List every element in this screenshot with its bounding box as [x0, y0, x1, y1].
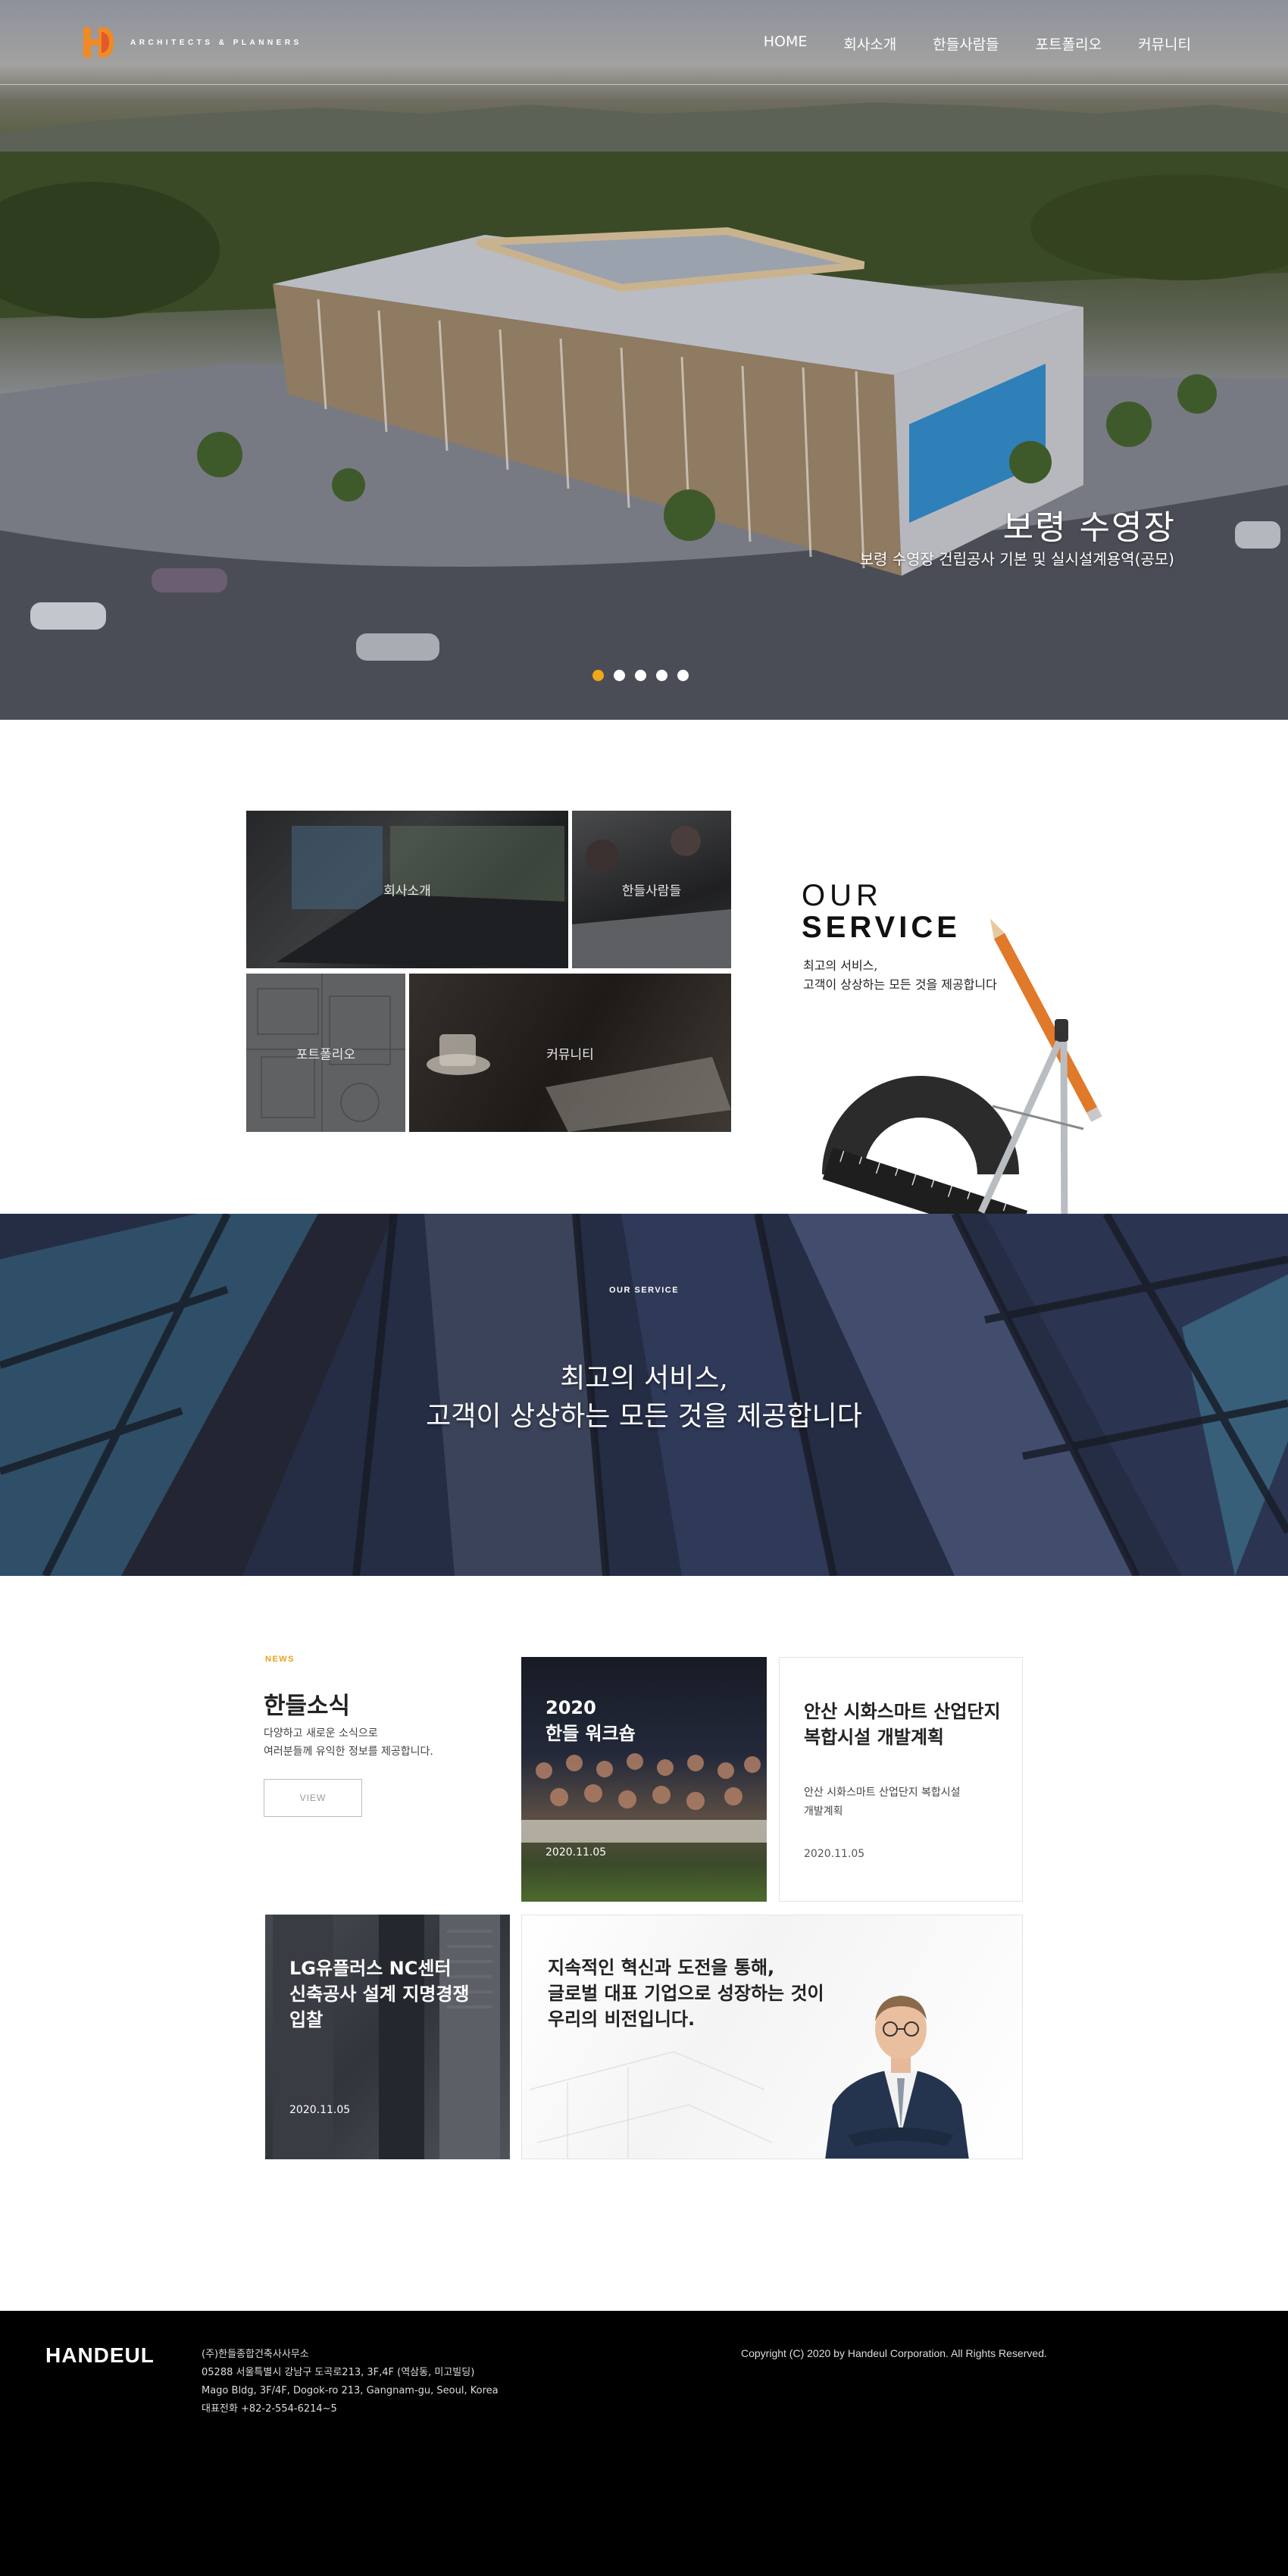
tile-company-label: 회사소개	[383, 883, 431, 899]
footer-copyright: Copyright (C) 2020 by Handeul Corporatio…	[741, 2347, 1047, 2359]
card-title: 2020 한들 워크숍	[546, 1695, 636, 1746]
nav-people[interactable]: 한들사람들	[933, 33, 999, 54]
footer-brand: HANDEUL	[45, 2343, 155, 2367]
card-title-line: LG유플러스 NC센터	[289, 1958, 452, 1979]
lg-building-photo	[265, 1915, 510, 2159]
slide-dot[interactable]	[592, 670, 604, 681]
news-card-lg[interactable]: LG유플러스 NC센터 신축공사 설계 지명경쟁 입찰 2020.11.05	[265, 1915, 510, 2159]
news-card-ansan[interactable]: 안산 시화스마트 산업단지 복합시설 개발계획 안산 시화스마트 산업단지 복합…	[779, 1657, 1023, 1902]
card-title-line: 입찰	[289, 2009, 324, 2030]
hero-building-image	[0, 102, 1288, 720]
nav-portfolio[interactable]: 포트폴리오	[1036, 33, 1102, 54]
hero-subtitle: 보령 수영장 건립공사 기본 및 실시설계용역(공모)	[859, 550, 1174, 568]
vision-statement: 지속적인 혁신과 도전을 통해, 글로벌 대표 기업으로 성장하는 것이 우리의…	[548, 1955, 824, 2032]
banner-headline-line1: 최고의 서비스,	[560, 1363, 728, 1394]
ceo-portrait	[529, 1996, 969, 2159]
footer-address-kr: 05288 서울특별시 강남구 도곡로213, 3F,4F (역삼동, 미고빌딩…	[202, 2367, 475, 2378]
site-footer	[0, 2311, 1288, 2576]
card-summary-line: 안산 시화스마트 산업단지 복합시설	[804, 1787, 961, 1799]
card-title-line: 복합시설 개발계획	[804, 1727, 944, 1748]
tile-community[interactable]: 커뮤니티	[409, 974, 731, 1132]
slide-dot[interactable]	[677, 670, 689, 681]
tile-portfolio[interactable]: 포트폴리오	[246, 974, 405, 1132]
hero-slider: ARCHITECTS & PLANNERS HOME 회사소개 한들사람들 포트…	[0, 0, 1288, 720]
footer-phone: 대표전화 +82-2-554-6214~5	[202, 2403, 337, 2415]
tile-community-label: 커뮤니티	[546, 1047, 594, 1062]
site-header: ARCHITECTS & PLANNERS HOME 회사소개 한들사람들 포트…	[0, 0, 1288, 85]
card-title-line: 신축공사 설계 지명경쟁	[289, 1984, 470, 2005]
news-tag: NEWS	[265, 1655, 295, 1664]
card-date: 2020.11.05	[289, 2104, 351, 2116]
news-card-workshop[interactable]: 2020 한들 워크숍 2020.11.05	[521, 1657, 767, 1902]
logo[interactable]: ARCHITECTS & PLANNERS	[80, 24, 302, 61]
footer-address-en: Mago Bldg, 3F/4F, Dogok-ro 213, Gangnam-…	[202, 2385, 499, 2396]
slider-pagination	[592, 670, 689, 681]
slide-dot[interactable]	[614, 670, 625, 681]
news-description: 다양하고 새로운 소식으로 여러분들께 유익한 정보를 제공합니다.	[264, 1724, 433, 1761]
card-summary-line: 개발계획	[804, 1805, 843, 1818]
card-title-line: 2020	[546, 1697, 596, 1718]
vision-line: 지속적인 혁신과 도전을 통해,	[548, 1957, 775, 1978]
card-title: 안산 시화스마트 산업단지 복합시설 개발계획	[804, 1699, 1001, 1750]
hero-title: 보령 수영장	[1002, 508, 1176, 547]
vision-card: 지속적인 혁신과 도전을 통해, 글로벌 대표 기업으로 성장하는 것이 우리의…	[521, 1915, 1023, 2159]
news-desc-line: 여러분들께 유익한 정보를 제공합니다.	[264, 1746, 433, 1758]
banner-tag: OUR SERVICE	[608, 1286, 680, 1295]
card-title-line: 한들 워크숍	[546, 1723, 636, 1744]
view-button[interactable]: VIEW	[264, 1779, 362, 1817]
vision-line: 글로벌 대표 기업으로 성장하는 것이	[548, 1983, 824, 2004]
footer-company-name: (주)한들종합건축사사무소	[202, 2349, 309, 2360]
our-heading: OUR	[802, 879, 883, 912]
card-title-line: 안산 시화스마트 산업단지	[804, 1701, 1001, 1722]
tile-portfolio-label: 포트폴리오	[295, 1047, 356, 1062]
tile-company[interactable]: 회사소개	[246, 811, 568, 968]
tile-people-label: 한들사람들	[621, 883, 682, 899]
logo-icon	[83, 27, 114, 58]
card-summary: 안산 시화스마트 산업단지 복합시설 개발계획	[804, 1784, 961, 1821]
nav-community[interactable]: 커뮤니티	[1138, 33, 1191, 54]
tile-people[interactable]: 한들사람들	[572, 811, 731, 968]
nav-company[interactable]: 회사소개	[843, 33, 896, 54]
workshop-photo	[521, 1753, 767, 1843]
slide-dot[interactable]	[656, 670, 667, 681]
news-title: 한들소식	[264, 1693, 351, 1720]
slide-dot[interactable]	[635, 670, 646, 681]
card-date: 2020.11.05	[546, 1846, 607, 1859]
main-nav: HOME 회사소개 한들사람들 포트폴리오 커뮤니티	[764, 33, 1191, 54]
card-title: LG유플러스 NC센터 신축공사 설계 지명경쟁 입찰	[289, 1955, 470, 2033]
vision-line: 우리의 비전입니다.	[548, 2009, 696, 2030]
banner-headline-line2: 고객이 상상하는 모든 것을 제공합니다	[426, 1401, 862, 1432]
logo-text: ARCHITECTS & PLANNERS	[130, 38, 302, 47]
card-date: 2020.11.05	[804, 1848, 865, 1860]
footer-company-info: (주)한들종합건축사사무소 05288 서울특별시 강남구 도곡로213, 3F…	[202, 2346, 499, 2418]
nav-home[interactable]: HOME	[764, 33, 808, 54]
news-desc-line: 다양하고 새로운 소식으로	[264, 1727, 378, 1740]
